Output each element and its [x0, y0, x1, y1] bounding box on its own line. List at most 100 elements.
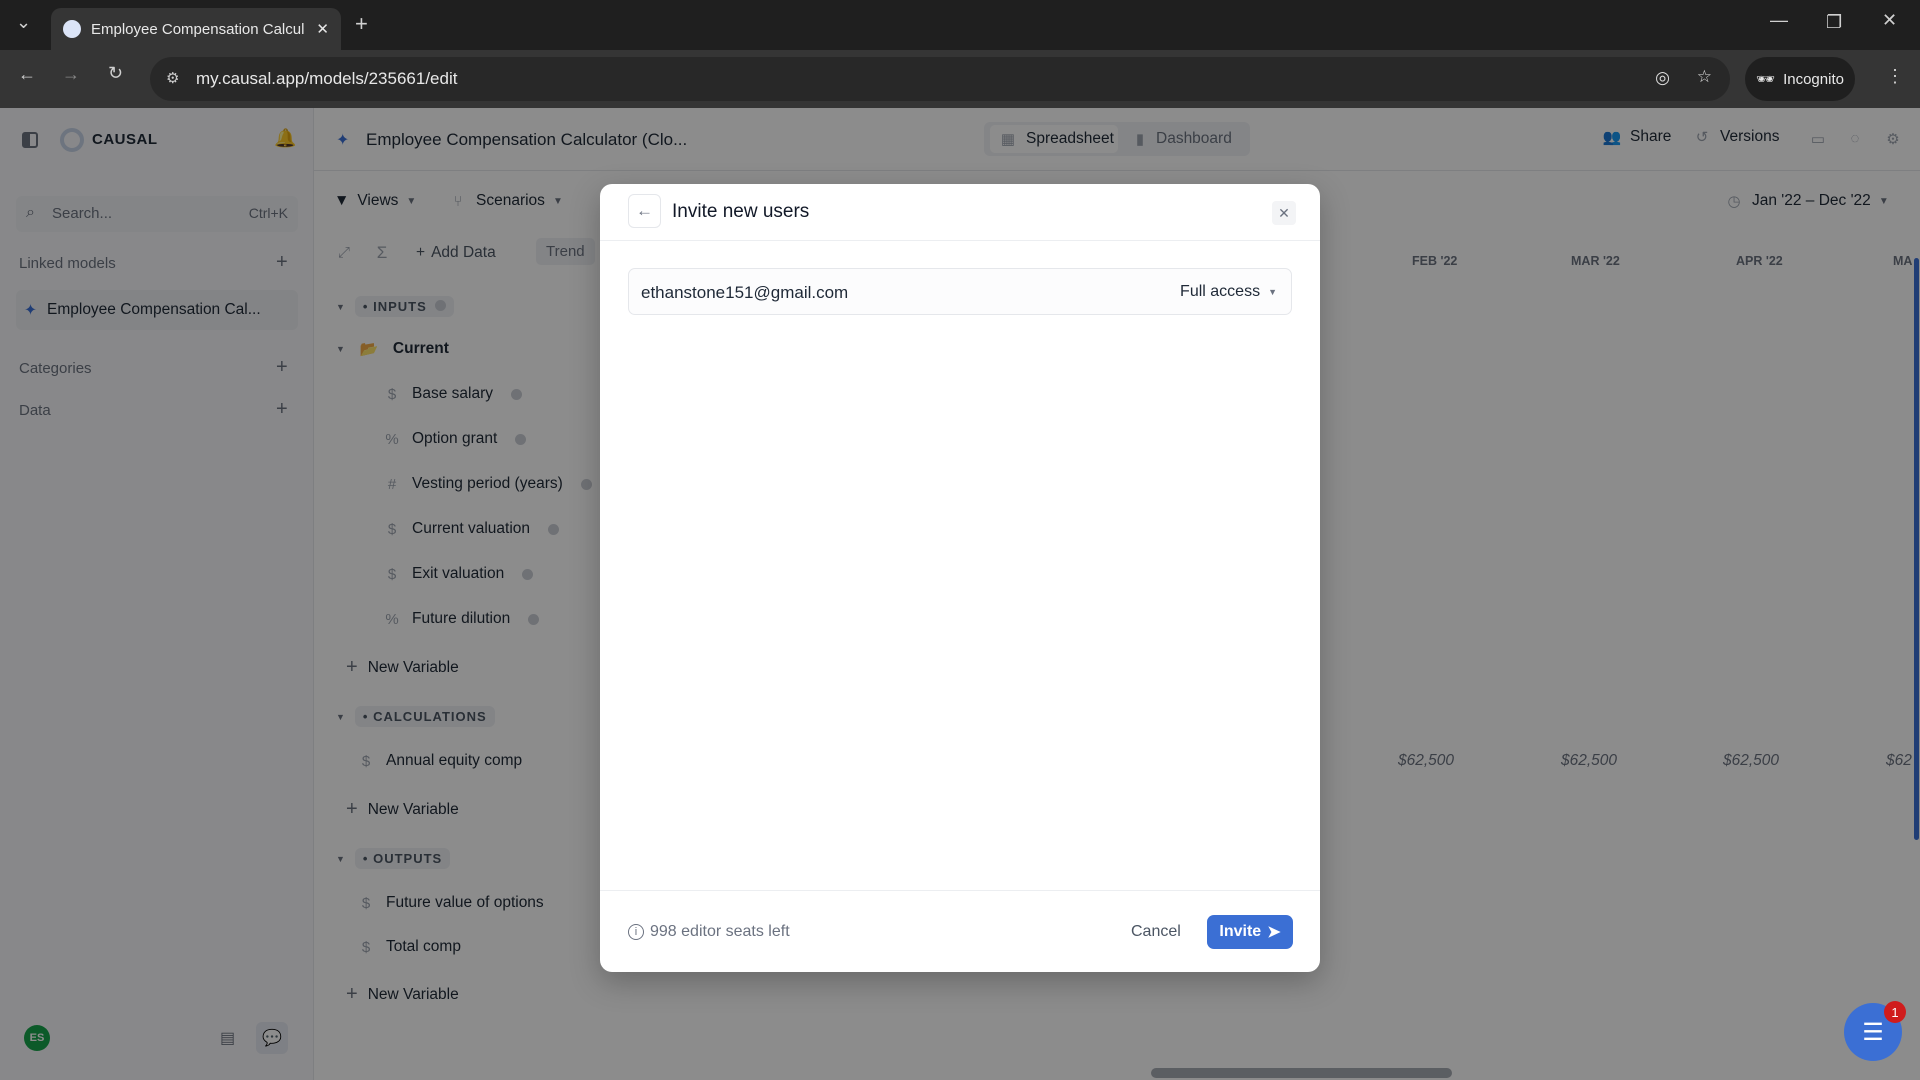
- variable-row[interactable]: $ Annual equity comp: [356, 752, 522, 770]
- horizontal-scrollbar[interactable]: [1151, 1068, 1452, 1078]
- reload-icon[interactable]: ↻: [108, 63, 123, 84]
- new-tab-icon[interactable]: +: [355, 11, 368, 37]
- variable-row[interactable]: $ Base salary: [382, 385, 522, 403]
- table-icon: ▦: [1000, 131, 1016, 148]
- dollar-icon: $: [361, 752, 371, 770]
- presentation-icon[interactable]: ▭: [1808, 130, 1828, 148]
- vertical-scrollbar[interactable]: [1914, 258, 1919, 840]
- add-data-label: Add Data: [431, 244, 496, 261]
- cell-value[interactable]: $62,500: [1561, 752, 1617, 770]
- sparkle-icon: ✦: [336, 132, 350, 149]
- forward-icon[interactable]: →: [62, 64, 80, 85]
- variable-row[interactable]: % Option grant: [382, 430, 527, 448]
- new-variable-label: New Variable: [367, 985, 459, 1003]
- browser-menu-icon[interactable]: ⋮: [1886, 66, 1904, 87]
- eye-off-icon[interactable]: ◎: [1655, 68, 1670, 88]
- close-tab-icon[interactable]: ✕: [316, 20, 329, 38]
- add-linked-model-button[interactable]: +: [276, 251, 288, 274]
- add-data-source-button[interactable]: +: [276, 398, 288, 421]
- date-range-picker[interactable]: ◷ Jan '22 – Dec '22 ▼: [1724, 192, 1888, 210]
- section-label: • CALCULATIONS: [354, 706, 495, 727]
- access-level-label: Full access: [1180, 283, 1261, 300]
- new-variable-button[interactable]: + New Variable: [346, 656, 459, 679]
- docs-icon[interactable]: ▤: [220, 1028, 235, 1048]
- share-button[interactable]: 👥 Share: [1602, 128, 1672, 146]
- versions-button[interactable]: ↺ Versions: [1692, 128, 1780, 146]
- tab-title: Employee Compensation Calcul: [91, 20, 305, 38]
- chevron-down-icon: ▼: [552, 195, 563, 207]
- back-button[interactable]: ←: [628, 194, 661, 228]
- date-range-label: Jan '22 – Dec '22: [1752, 192, 1871, 209]
- url-bar[interactable]: ⚙ my.causal.app/models/235661/edit ◎ ☆: [150, 57, 1730, 101]
- divider: [600, 890, 1320, 891]
- variable-row[interactable]: % Future dilution: [382, 610, 540, 628]
- cell-value[interactable]: $62,500: [1723, 752, 1779, 770]
- model-title[interactable]: Employee Compensation Calculator (Clo...: [366, 130, 687, 150]
- linked-model-item[interactable]: ✦ Employee Compensation Cal...: [16, 290, 298, 330]
- info-icon: [580, 478, 592, 490]
- filter-icon: ▼: [334, 192, 350, 209]
- cancel-button[interactable]: Cancel: [1131, 923, 1181, 941]
- sigma-icon[interactable]: Σ: [372, 243, 392, 263]
- avatar[interactable]: ES: [24, 1025, 50, 1051]
- tab-dashboard[interactable]: ▮ Dashboard: [1130, 125, 1246, 153]
- incognito-icon: 🕶: [1756, 71, 1776, 88]
- browser-tab[interactable]: Employee Compensation Calcul ✕: [51, 8, 341, 50]
- variable-row[interactable]: $ Current valuation: [382, 520, 560, 538]
- new-variable-button[interactable]: + New Variable: [346, 983, 459, 1006]
- restore-icon[interactable]: ❐: [1826, 12, 1842, 33]
- email-input[interactable]: ethanstone151@gmail.com: [641, 283, 848, 303]
- sidebar-toggle-icon[interactable]: [22, 132, 38, 148]
- add-category-button[interactable]: +: [276, 356, 288, 379]
- comments-icon[interactable]: ◌: [1845, 130, 1865, 147]
- variable-row[interactable]: $ Future value of options: [356, 894, 544, 912]
- section-label: • INPUTS: [354, 296, 454, 317]
- incognito-indicator[interactable]: 🕶 Incognito: [1745, 57, 1855, 101]
- add-data-button[interactable]: + Add Data: [416, 244, 496, 262]
- caret-icon[interactable]: ▼: [336, 302, 345, 312]
- plus-icon: +: [416, 244, 426, 261]
- dollar-icon: $: [387, 565, 397, 583]
- caret-icon[interactable]: ▼: [336, 344, 345, 354]
- notification-badge: 1: [1884, 1001, 1906, 1023]
- close-window-icon[interactable]: ✕: [1882, 10, 1897, 31]
- column-header: APR '22: [1736, 254, 1783, 268]
- new-variable-button[interactable]: + New Variable: [346, 798, 459, 821]
- column-header: MA: [1893, 254, 1913, 268]
- percent-icon: %: [385, 610, 399, 628]
- tab-search-icon[interactable]: ⌄: [16, 12, 31, 33]
- caret-icon[interactable]: ▼: [336, 854, 345, 864]
- variable-label: Future value of options: [386, 894, 544, 911]
- access-level-dropdown[interactable]: Full access ▼: [1180, 283, 1277, 301]
- site-info-icon[interactable]: ⚙: [166, 69, 179, 87]
- expand-icon[interactable]: ⤢: [334, 244, 354, 261]
- settings-icon[interactable]: ⚙: [1883, 130, 1903, 148]
- cell-value[interactable]: $62: [1886, 752, 1912, 770]
- back-icon[interactable]: ←: [18, 64, 36, 85]
- scenarios-dropdown[interactable]: ⑂ Scenarios ▼: [448, 192, 563, 210]
- views-dropdown[interactable]: ▼ Views ▼: [334, 192, 416, 210]
- chat-icon[interactable]: 💬: [256, 1022, 288, 1054]
- variable-row[interactable]: $ Total comp: [356, 938, 461, 956]
- section-calculations[interactable]: ▼ • CALCULATIONS: [336, 706, 495, 727]
- clock-icon: ◷: [1727, 193, 1741, 210]
- variable-row[interactable]: # Vesting period (years): [382, 475, 592, 493]
- tab-spreadsheet[interactable]: ▦ Spreadsheet: [990, 125, 1118, 153]
- bar-chart-icon: ▮: [1135, 131, 1145, 148]
- invite-button[interactable]: Invite ➤: [1207, 915, 1293, 949]
- variable-row[interactable]: $ Exit valuation: [382, 565, 534, 583]
- section-outputs[interactable]: ▼ • OUTPUTS: [336, 848, 451, 869]
- cell-value[interactable]: $62,500: [1398, 752, 1454, 770]
- trend-button[interactable]: Trend: [536, 238, 595, 265]
- group-current[interactable]: ▼ 📂 Current: [336, 340, 449, 358]
- incognito-label: Incognito: [1783, 70, 1844, 88]
- minimize-icon[interactable]: —: [1770, 10, 1788, 31]
- search-input[interactable]: ⌕ Search... Ctrl+K: [16, 196, 298, 232]
- close-icon[interactable]: ✕: [1272, 201, 1296, 225]
- invite-email-row: ethanstone151@gmail.com Full access ▼: [628, 268, 1292, 315]
- notification-bell-icon[interactable]: 🔔: [274, 128, 296, 149]
- star-icon[interactable]: ☆: [1697, 67, 1712, 87]
- caret-icon[interactable]: ▼: [336, 712, 345, 722]
- variable-label: Annual equity comp: [386, 752, 523, 769]
- section-inputs[interactable]: ▼ • INPUTS: [336, 296, 454, 317]
